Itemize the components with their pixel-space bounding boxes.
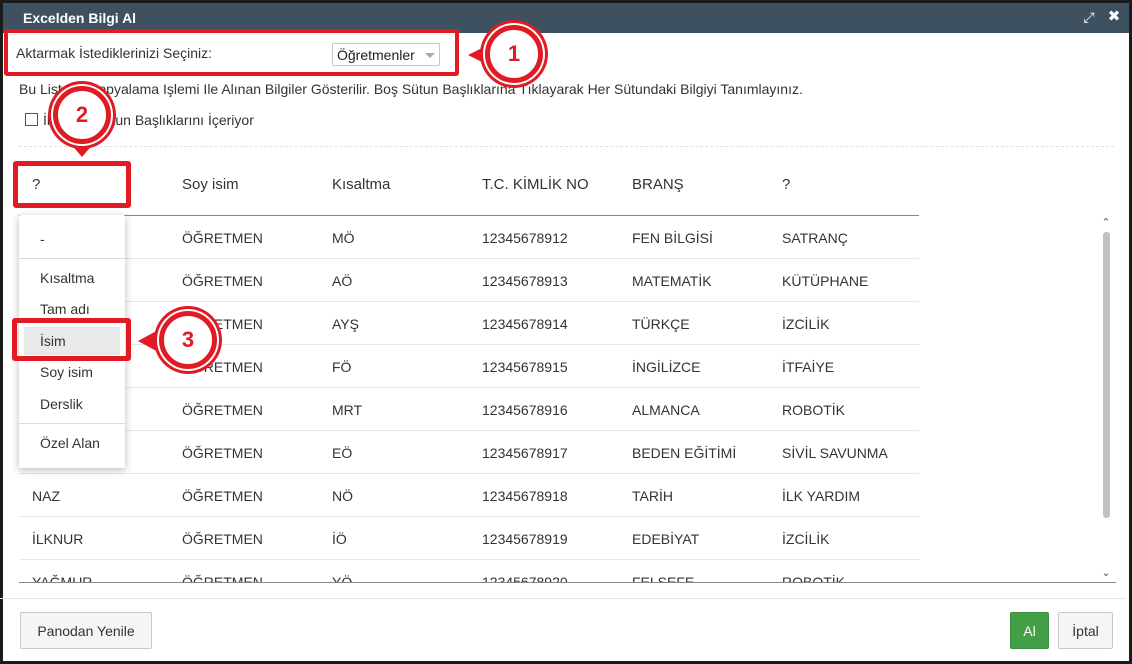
table-row: ÖĞRETMEN AYŞ 12345678914 TÜRKÇE İZCİLİK (19, 302, 919, 345)
menu-item-last-name[interactable]: Soy isim (19, 358, 125, 386)
table-cell: 12345678912 (482, 230, 568, 246)
grid-header: ? Soy isim Kısaltma T.C. KİMLİK NO BRANŞ… (0, 160, 920, 216)
table-cell: İZCİLİK (782, 316, 830, 332)
scrollbar-thumb[interactable] (1103, 232, 1110, 518)
column-header-2[interactable]: Soy isim (182, 176, 239, 193)
table-cell: AÖ (332, 273, 353, 289)
table-cell: FELSEFE (632, 574, 695, 582)
table-cell: YÖ (332, 574, 353, 582)
highlight-box-1 (4, 29, 459, 76)
table-cell: 12345678920 (482, 574, 568, 582)
highlight-box-3 (12, 318, 131, 361)
table-row: ÖĞRETMEN FÖ 12345678915 İNGİLİZCE İTFAİY… (19, 345, 919, 388)
table-cell: ALMANCA (632, 402, 700, 418)
table-row: İLKNUR ÖĞRETMEN İÖ 12345678919 EDEBİYAT … (19, 517, 919, 560)
refresh-from-clipboard-button[interactable]: Panodan Yenile (20, 612, 152, 649)
table-row: ÖĞRETMEN AÖ 12345678913 MATEMATİK KÜTÜPH… (19, 259, 919, 302)
table-cell: ÖĞRETMEN (182, 402, 263, 418)
close-icon[interactable]: ✖ (1106, 9, 1122, 25)
table-cell: TARİH (632, 488, 673, 504)
highlight-box-2 (13, 161, 131, 208)
column-header-3[interactable]: Kısaltma (332, 176, 390, 193)
table-cell: MÖ (332, 230, 355, 246)
table-cell: İZCİLİK (782, 531, 830, 547)
menu-item-short-name[interactable]: Kısaltma (19, 264, 125, 292)
table-cell: EDEBİYAT (632, 531, 700, 547)
grid-scrollbar[interactable]: ⌃ ⌄ (1101, 218, 1111, 580)
table-cell: ÖĞRETMEN (182, 273, 263, 289)
grid-footer-rule (19, 582, 1116, 583)
chevron-up-icon[interactable]: ⌃ (1101, 218, 1111, 229)
table-cell: AYŞ (332, 316, 359, 332)
column-header-4[interactable]: T.C. KİMLİK NO (482, 176, 589, 193)
cancel-button[interactable]: İptal (1058, 612, 1113, 649)
menu-item-none[interactable]: - (19, 225, 125, 253)
table-cell: ÖĞRETMEN (182, 574, 263, 582)
table-cell: 12345678919 (482, 531, 568, 547)
table-cell: ROBOTİK (782, 574, 846, 582)
table-cell: SİVİL SAVUNMA (782, 445, 888, 461)
menu-item-custom-field[interactable]: Özel Alan (19, 429, 125, 457)
column-header-6[interactable]: ? (782, 176, 790, 193)
table-cell: 12345678916 (482, 402, 568, 418)
table-cell: İLK YARDIM (782, 488, 861, 504)
table-cell: YAĞMUR (32, 574, 93, 582)
menu-separator (19, 258, 125, 259)
footer-divider (0, 598, 1126, 599)
table-row: NAZ ÖĞRETMEN NÖ 12345678918 TARİH İLK YA… (19, 474, 919, 517)
table-cell: EÖ (332, 445, 353, 461)
info-text: Bu Listede Kopyalama Işlemi Ile Alınan B… (19, 81, 803, 97)
annotation-badge-3: 3 (159, 311, 217, 369)
table-cell: MRT (332, 402, 363, 418)
import-button[interactable]: Al (1010, 612, 1049, 649)
table-cell: ÖĞRETMEN (182, 445, 263, 461)
table-cell: 12345678918 (482, 488, 568, 504)
table-cell: KÜTÜPHANE (782, 273, 869, 289)
column-header-5[interactable]: BRANŞ (632, 176, 684, 193)
table-cell: İNGİLİZCE (632, 359, 701, 375)
table-row: ÖĞRETMEN EÖ 12345678917 BEDEN EĞİTİMİ Sİ… (19, 431, 919, 474)
table-row: YAĞMUR ÖĞRETMEN YÖ 12345678920 FELSEFE R… (19, 560, 919, 582)
annotation-badge-1: 1 (485, 25, 543, 83)
table-cell: ÖĞRETMEN (182, 531, 263, 547)
table-cell: İTFAİYE (782, 359, 835, 375)
table-cell: FÖ (332, 359, 352, 375)
table-cell: İLKNUR (32, 531, 84, 547)
table-row: ÖĞRETMEN MÖ 12345678912 FEN BİLGİSİ SATR… (19, 216, 919, 259)
table-cell: İÖ (332, 531, 347, 547)
expand-icon[interactable]: ⤢ (1081, 9, 1097, 25)
table-cell: ÖĞRETMEN (182, 230, 263, 246)
table-cell: 12345678914 (482, 316, 568, 332)
table-cell: FEN BİLGİSİ (632, 230, 713, 246)
table-cell: NAZ (32, 488, 60, 504)
table-cell: ÖĞRETMEN (182, 488, 263, 504)
dialog-title: Excelden Bilgi Al (23, 10, 137, 26)
table-cell: TÜRKÇE (632, 316, 690, 332)
chevron-down-icon[interactable]: ⌄ (1101, 568, 1111, 579)
table-row: ÖĞRETMEN MRT 12345678916 ALMANCA ROBOTİK (19, 388, 919, 431)
table-cell: 12345678915 (482, 359, 568, 375)
table-cell: BEDEN EĞİTİMİ (632, 445, 737, 461)
annotation-badge-2: 2 (53, 86, 111, 144)
table-cell: ROBOTİK (782, 402, 846, 418)
menu-item-classroom[interactable]: Derslik (19, 390, 125, 418)
grid-body: ÖĞRETMEN MÖ 12345678912 FEN BİLGİSİ SATR… (19, 216, 919, 582)
table-cell: 12345678917 (482, 445, 568, 461)
table-cell: SATRANÇ (782, 230, 848, 246)
table-cell: NÖ (332, 488, 353, 504)
header-row-checkbox[interactable] (25, 113, 38, 126)
table-cell: 12345678913 (482, 273, 568, 289)
table-cell: MATEMATİK (632, 273, 712, 289)
divider (19, 146, 1114, 147)
menu-separator (19, 423, 125, 424)
